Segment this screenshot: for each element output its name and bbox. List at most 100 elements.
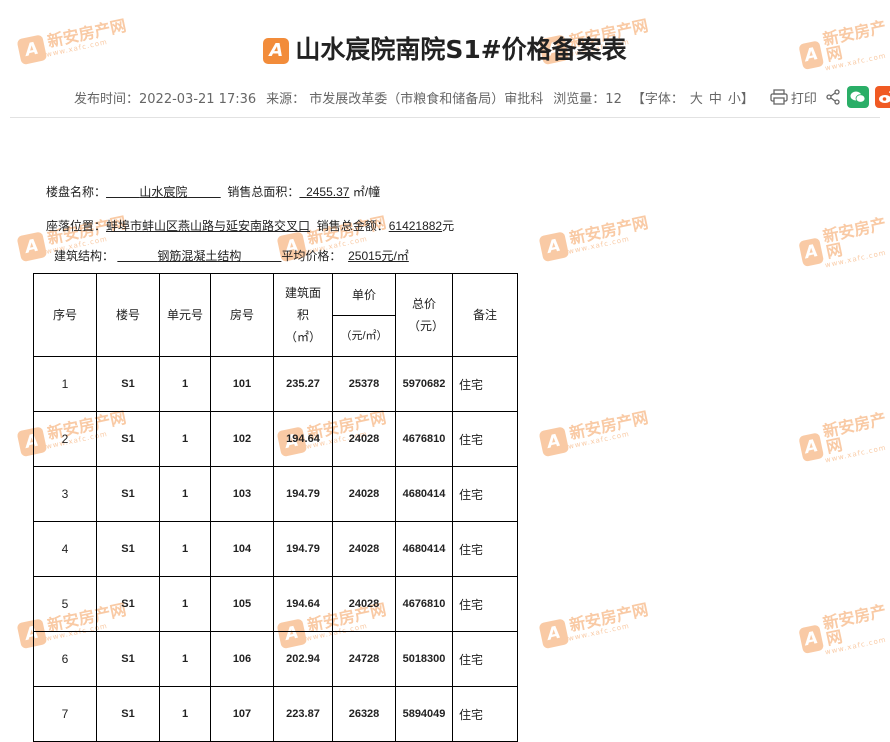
cell-unit-price: 24728 xyxy=(332,631,396,687)
cell-seq: 5 xyxy=(33,576,97,632)
header-building: 楼号 xyxy=(96,273,160,357)
watermark: A 新安房产网 www.xafc.com xyxy=(538,408,651,458)
table-row: 1 S1 1 101 235.27 25378 5970682 住宅 xyxy=(33,356,518,412)
area-value: 2455.37 xyxy=(306,185,350,199)
header-unit-price-bottom: （元/㎡） xyxy=(340,329,388,342)
cell-unit: 1 xyxy=(159,356,211,412)
cell-total: 4676810 xyxy=(395,576,453,632)
source: 来源： 市发展改革委（市粮食和储备局）审批科 xyxy=(266,91,544,107)
watermark: A 新安房产网 www.xafc.com xyxy=(797,409,890,469)
total-unit: 元 xyxy=(442,219,455,233)
header-room: 房号 xyxy=(210,273,274,357)
cell-area: 202.94 xyxy=(273,631,333,687)
divider xyxy=(10,117,880,118)
cell-total: 4680414 xyxy=(395,466,453,522)
header-total: 总价（元） xyxy=(395,273,453,357)
font-size-large[interactable]: 大 xyxy=(690,92,703,107)
page-title-text: 山水宸院南院S1#价格备案表 xyxy=(295,35,627,64)
print-label: 打印 xyxy=(790,91,817,107)
cell-seq: 1 xyxy=(33,356,97,412)
location-value: 蚌埠市蚌山区燕山路与延安南路交叉口 xyxy=(106,219,311,233)
header-area: 建筑面积（㎡） xyxy=(273,273,333,357)
info-line-structure: 建筑结构： 钢筋混凝土结构 平均价格： 25015元/㎡ xyxy=(54,247,409,264)
cell-unit: 1 xyxy=(159,576,211,632)
cell-unit: 1 xyxy=(159,466,211,522)
cell-unit: 1 xyxy=(159,521,211,577)
cell-total: 5018300 xyxy=(395,631,453,687)
table-row: 4 S1 1 104 194.79 24028 4680414 住宅 xyxy=(33,521,518,577)
cell-area: 194.64 xyxy=(273,576,333,632)
table-row: 7 S1 1 107 223.87 26328 5894049 住宅 xyxy=(33,686,518,742)
table-row: 6 S1 1 106 202.94 24728 5018300 住宅 xyxy=(33,631,518,687)
area-unit: ㎡/幢 xyxy=(352,185,381,199)
article-meta: 发布时间：2022-03-21 17:36 来源： 市发展改革委（市粮食和储备局… xyxy=(74,86,890,108)
structure-value: 钢筋混凝土结构 xyxy=(157,249,242,263)
cell-unit-price: 26328 xyxy=(332,686,396,742)
cell-unit-price: 25378 xyxy=(332,356,396,412)
info-line-location: 座落位置：蚌埠市蚌山区燕山路与延安南路交叉口 销售总金额：61421882元 xyxy=(46,217,454,234)
header-unit-price: 单价 （元/㎡） xyxy=(332,273,396,357)
cell-area: 235.27 xyxy=(273,356,333,412)
cell-note: 住宅 xyxy=(452,631,518,687)
font-size-small[interactable]: 小】 xyxy=(728,92,754,107)
cell-unit-price: 24028 xyxy=(332,576,396,632)
cell-unit-price: 24028 xyxy=(332,521,396,577)
cell-unit: 1 xyxy=(159,686,211,742)
page-title: A 山水宸院南院S1#价格备案表 xyxy=(0,30,890,66)
cell-note: 住宅 xyxy=(452,466,518,522)
cell-room: 101 xyxy=(210,356,274,412)
cell-area: 194.64 xyxy=(273,411,333,467)
cell-seq: 4 xyxy=(33,521,97,577)
cell-total: 4680414 xyxy=(395,521,453,577)
cell-building: S1 xyxy=(96,631,160,687)
cell-total: 5970682 xyxy=(395,356,453,412)
weibo-share-icon[interactable] xyxy=(874,86,890,108)
cell-unit-price: 24028 xyxy=(332,411,396,467)
publish-time: 发布时间：2022-03-21 17:36 xyxy=(74,91,257,107)
cell-area: 223.87 xyxy=(273,686,333,742)
cell-room: 102 xyxy=(210,411,274,467)
total-value: 61421882 xyxy=(388,219,443,233)
cell-note: 住宅 xyxy=(452,686,518,742)
project-label: 楼盘名称： xyxy=(46,185,107,199)
cell-building: S1 xyxy=(96,576,160,632)
watermark: A 新安房产网 www.xafc.com xyxy=(538,600,651,650)
cell-building: S1 xyxy=(96,466,160,522)
table-row: 2 S1 1 102 194.64 24028 4676810 住宅 xyxy=(33,411,518,467)
cell-room: 106 xyxy=(210,631,274,687)
avg-label: 平均价格： xyxy=(281,249,342,263)
font-size-controls: 【字体： 大中小】 xyxy=(632,88,760,107)
print-button[interactable]: 打印 xyxy=(770,88,817,107)
cell-seq: 7 xyxy=(33,686,97,742)
watermark: A 新安房产网 www.xafc.com xyxy=(538,213,651,263)
header-seq: 序号 xyxy=(33,273,97,357)
header-unit-price-top: 单价 xyxy=(333,275,395,316)
info-line-project: 楼盘名称： 山水宸院 销售总面积： 2455.37 ㎡/幢 xyxy=(46,183,380,200)
wechat-share-icon[interactable] xyxy=(846,86,869,108)
avg-value: 25015元/㎡ xyxy=(348,249,409,263)
cell-room: 103 xyxy=(210,466,274,522)
site-logo-icon: A xyxy=(263,38,290,64)
font-size-medium[interactable]: 中 xyxy=(709,92,722,107)
share-icon[interactable] xyxy=(825,89,841,105)
cell-seq: 3 xyxy=(33,466,97,522)
cell-room: 105 xyxy=(210,576,274,632)
cell-area: 194.79 xyxy=(273,466,333,522)
table-header-row: 序号 楼号 单元号 房号 建筑面积（㎡） 单价 （元/㎡） 总价（元） 备注 xyxy=(33,273,518,357)
cell-room: 107 xyxy=(210,686,274,742)
cell-note: 住宅 xyxy=(452,411,518,467)
cell-unit: 1 xyxy=(159,631,211,687)
structure-label: 建筑结构： xyxy=(54,249,115,263)
header-note: 备注 xyxy=(452,273,518,357)
location-label: 座落位置： xyxy=(46,219,107,233)
header-unit: 单元号 xyxy=(159,273,211,357)
table-row: 5 S1 1 105 194.64 24028 4676810 住宅 xyxy=(33,576,518,632)
area-label: 销售总面积： xyxy=(227,185,300,199)
cell-total: 5894049 xyxy=(395,686,453,742)
cell-note: 住宅 xyxy=(452,521,518,577)
project-value: 山水宸院 xyxy=(139,185,188,199)
font-size-label: 【字体： xyxy=(631,91,684,107)
total-label: 销售总金额： xyxy=(316,219,389,233)
watermark: A 新安房产网 www.xafc.com xyxy=(797,601,890,661)
cell-note: 住宅 xyxy=(452,356,518,412)
